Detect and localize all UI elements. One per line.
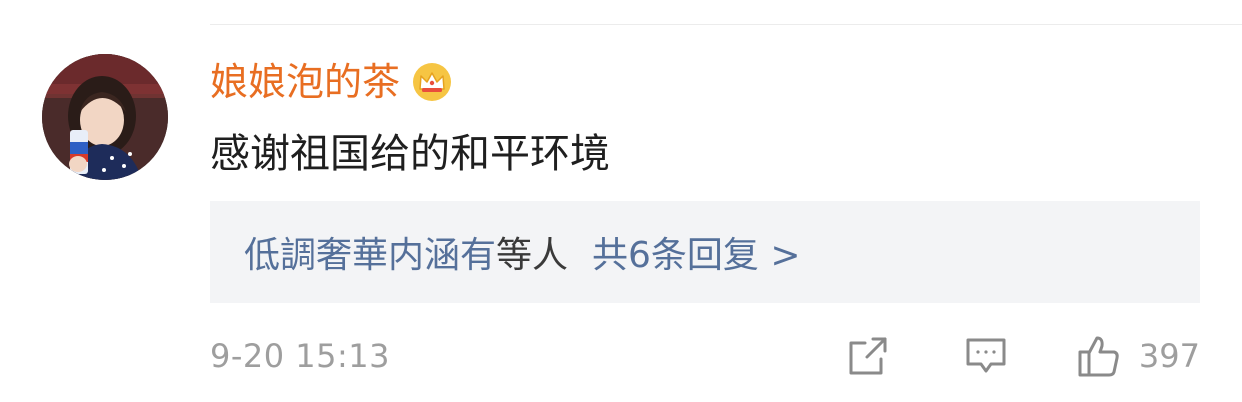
reply-participants-link[interactable]: 低調奢華内涵有 xyxy=(244,226,496,278)
like-button[interactable]: 397 xyxy=(1077,334,1200,378)
comment-footer: 9-20 15:13 397 xyxy=(210,330,1200,382)
comment-actions: 397 xyxy=(847,330,1200,382)
comment-text: 感谢祖国给的和平环境 xyxy=(210,131,610,177)
crown-icon xyxy=(410,62,454,102)
timestamp: 9-20 15:13 xyxy=(210,337,391,375)
comment-icon[interactable] xyxy=(965,336,1007,376)
username[interactable]: 娘娘泡的茶 xyxy=(210,56,454,108)
top-divider xyxy=(210,24,1242,25)
share-icon[interactable] xyxy=(847,335,889,377)
like-count: 397 xyxy=(1138,337,1200,375)
avatar[interactable] xyxy=(42,54,168,180)
thumbs-up-icon xyxy=(1077,334,1121,378)
replies-preview[interactable]: 低調奢華内涵有 等人 共6条回复 > xyxy=(210,201,1200,303)
reply-count-link[interactable]: 共6条回复 > xyxy=(592,226,801,278)
reply-participants-suffix: 等人 xyxy=(496,235,569,276)
username-text[interactable]: 娘娘泡的茶 xyxy=(210,56,400,108)
